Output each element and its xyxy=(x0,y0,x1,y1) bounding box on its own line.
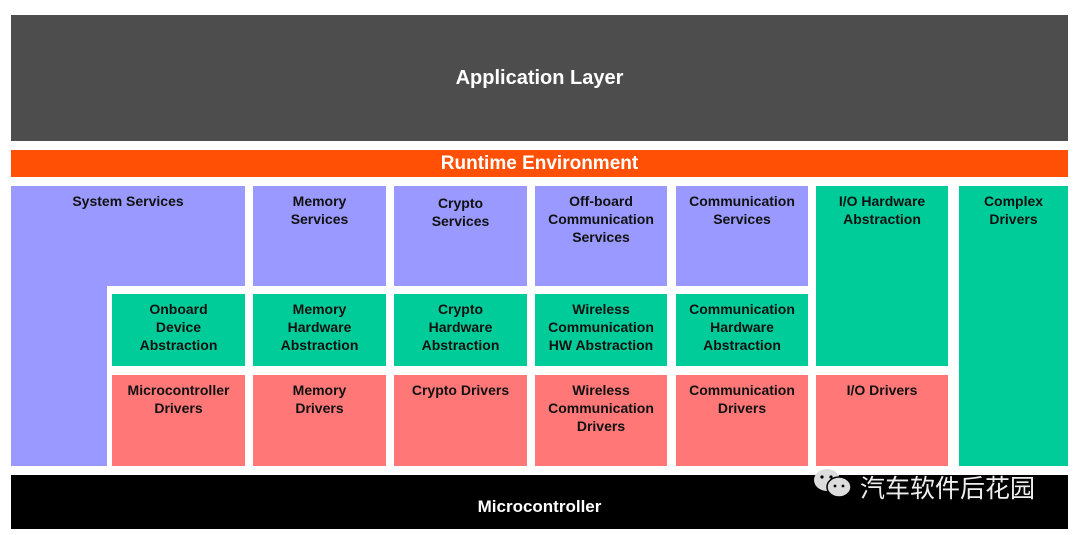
system-services-extension xyxy=(11,286,107,466)
communication-hardware-abstraction: Communication Hardware Abstraction xyxy=(676,294,808,366)
complex-drivers: Complex Drivers xyxy=(959,186,1068,466)
offboard-communication-services: Off-board Communication Services xyxy=(535,186,667,286)
communication-services: Communication Services xyxy=(676,186,808,286)
crypto-drivers: Crypto Drivers xyxy=(394,375,527,466)
system-services: System Services xyxy=(11,186,245,286)
watermark: 汽车软件后花园 xyxy=(812,468,1036,504)
wireless-communication-drivers: Wireless Communication Drivers xyxy=(535,375,667,466)
watermark-text: 汽车软件后花园 xyxy=(860,475,1036,503)
io-drivers: I/O Drivers xyxy=(816,375,948,466)
runtime-environment: Runtime Environment xyxy=(11,150,1068,177)
crypto-hardware-abstraction: Crypto Hardware Abstraction xyxy=(394,294,527,366)
onboard-device-abstraction: Onboard Device Abstraction xyxy=(112,294,245,366)
io-hardware-abstraction: I/O Hardware Abstraction xyxy=(816,186,948,366)
memory-hardware-abstraction: Memory Hardware Abstraction xyxy=(253,294,386,366)
application-layer: Application Layer xyxy=(11,15,1068,141)
memory-services: Memory Services xyxy=(253,186,386,286)
memory-drivers: Memory Drivers xyxy=(253,375,386,466)
wechat-icon xyxy=(812,467,854,508)
microcontroller-drivers: Microcontroller Drivers xyxy=(112,375,245,466)
wireless-communication-hw-abstraction: Wireless Communication HW Abstraction xyxy=(535,294,667,366)
communication-drivers: Communication Drivers xyxy=(676,375,808,466)
crypto-services: Crypto Services xyxy=(394,186,527,286)
